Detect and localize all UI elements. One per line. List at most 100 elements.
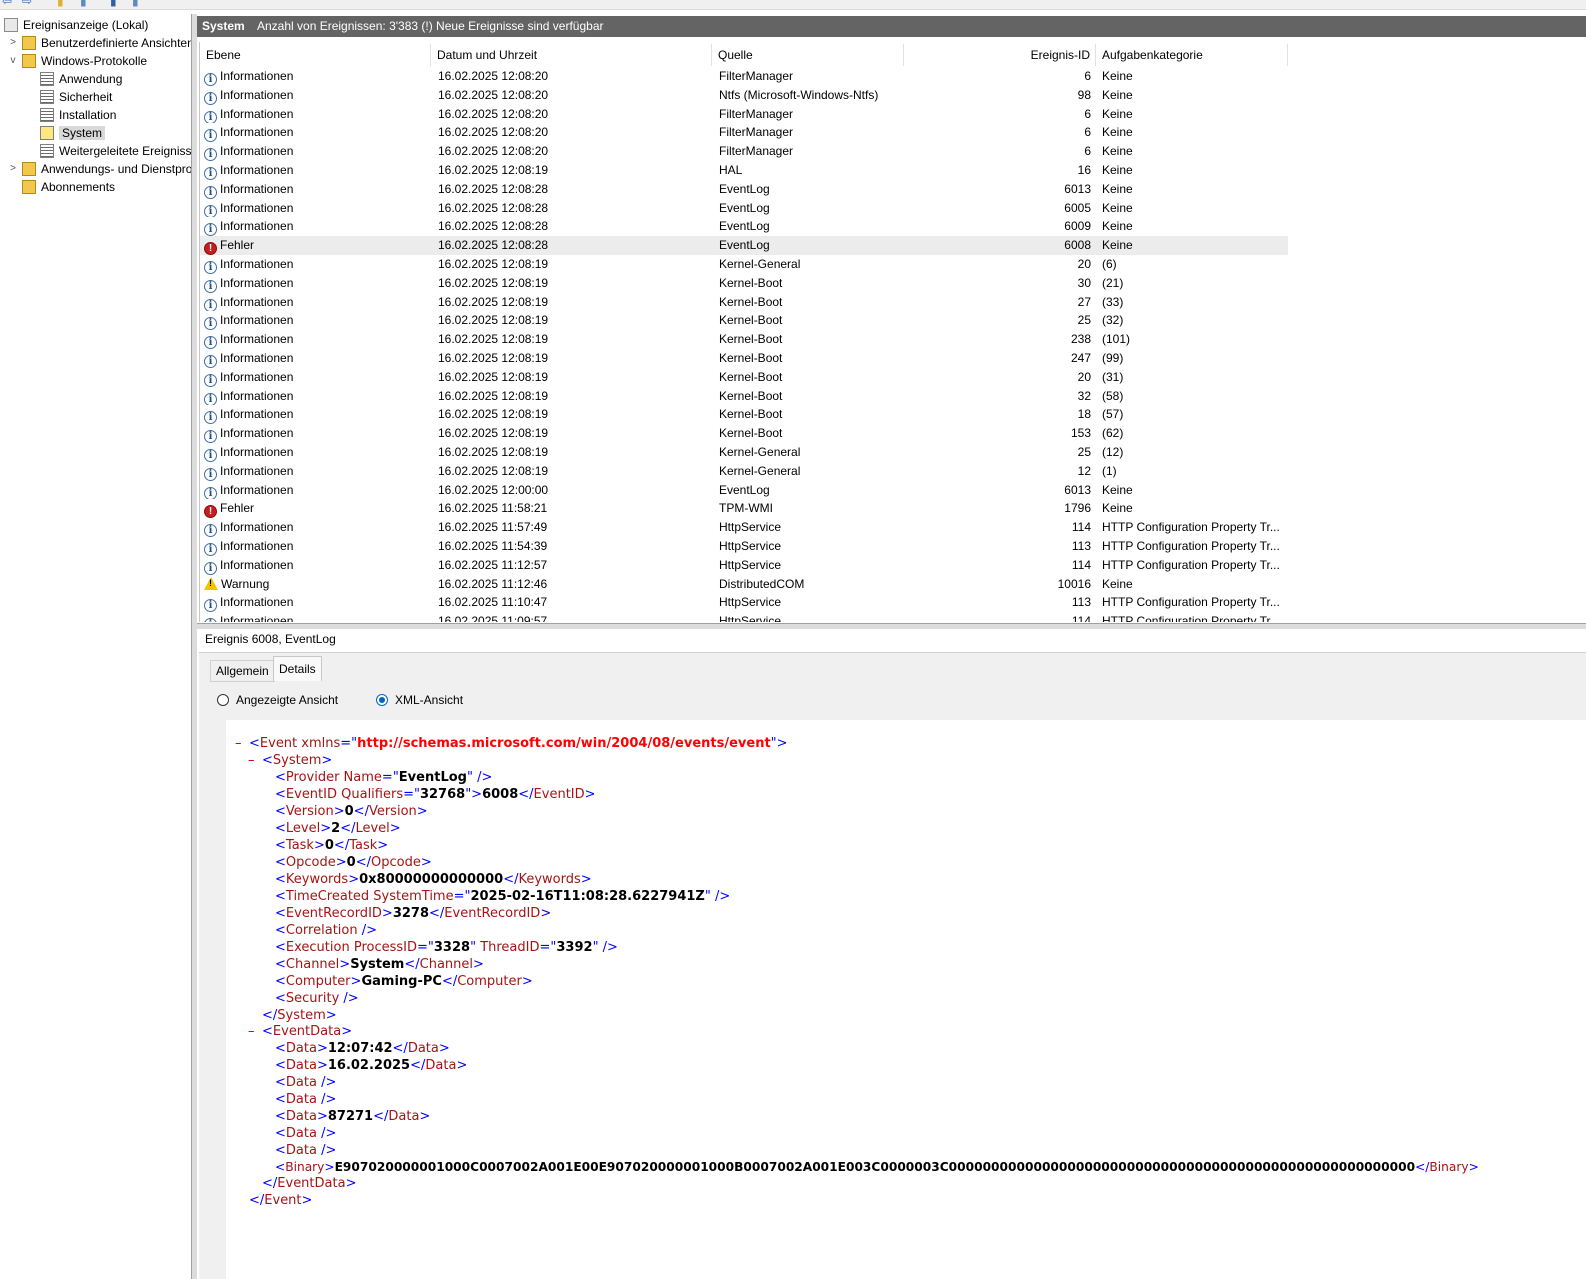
expand-icon[interactable]: > (8, 34, 18, 52)
table-row[interactable]: i Informationen 16.02.2025 11:10:47 HttpSer… (200, 593, 1288, 613)
info-icon: i (204, 204, 217, 218)
collapse-toggle[interactable]: – (248, 1023, 255, 1040)
collapse-toggle[interactable]: – (248, 752, 255, 769)
tab-allgemein[interactable]: Allgemein (210, 660, 275, 682)
table-row[interactable]: i Informationen 16.02.2025 12:08:19 Kernel-… (200, 368, 1288, 387)
radio-friendly-view[interactable]: Angezeigte Ansicht (217, 692, 338, 708)
cell-level: iInformationen (204, 368, 430, 387)
column-header-task-category[interactable]: Aufgabenkategorie (1096, 44, 1288, 66)
table-row[interactable]: i Informationen 16.02.2025 12:08:20 FilterM… (200, 67, 1288, 86)
column-header-event-id[interactable]: Ereignis-ID (904, 44, 1096, 66)
table-row[interactable]: i Informationen 16.02.2025 12:08:19 Kernel-… (200, 274, 1288, 293)
table-row[interactable]: i Informationen 16.02.2025 12:08:28 EventLo… (200, 180, 1288, 199)
column-header-datetime[interactable]: Datum und Uhrzeit (431, 44, 712, 66)
tree-item-subscriptions[interactable]: Abonnements (22, 178, 115, 196)
cell-event-id: 114 (904, 518, 1091, 537)
cell-source: DistributedCOM (719, 575, 904, 594)
tree-item-system[interactable]: System (40, 124, 106, 142)
cell-source: HttpService (719, 537, 904, 556)
cell-text: Informationen (220, 351, 294, 365)
table-row[interactable]: iInformationen 16.02.2025 11:09:57 HttpSer… (200, 612, 1288, 622)
table-row[interactable]: i Informationen 16.02.2025 12:08:28 EventLo… (200, 217, 1288, 237)
cell-event-id: 6009 (904, 217, 1091, 236)
table-row[interactable]: i Informationen 16.02.2025 12:08:20 FilterM… (200, 142, 1288, 161)
table-row[interactable]: i Informationen 16.02.2025 12:08:20 Ntfs (M… (200, 86, 1288, 105)
table-row[interactable]: i Informationen 16.02.2025 12:08:19 Kernel-… (200, 443, 1288, 462)
cell-level: iInformationen (204, 180, 430, 199)
table-row[interactable]: i Informationen 16.02.2025 12:08:19 Kernel-… (200, 462, 1288, 481)
table-row[interactable]: ! Fehler 16.02.2025 12:08:28 EventLog 6008 Ke… (200, 236, 1288, 255)
tab-details[interactable]: Details (273, 656, 322, 681)
table-row[interactable]: ! Warnung 16.02.2025 11:12:46 DistributedCO… (200, 575, 1288, 594)
cell-text: Keine (1102, 106, 1133, 121)
cell-text: 16.02.2025 12:08:20 (438, 87, 549, 102)
cell-text: 16.02.2025 12:08:28 (438, 238, 549, 253)
cell-text: 12 (1077, 463, 1091, 478)
tree-item-custom-views[interactable]: > Benutzerdefinierte Ansichten (10, 34, 191, 52)
table-row[interactable]: ! Fehler 16.02.2025 11:58:21 TPM-WMI 1796 Kei… (200, 499, 1288, 519)
column-header-source[interactable]: Quelle (712, 44, 904, 66)
cell-task-category: (33) (1102, 293, 1288, 312)
table-row[interactable]: i Informationen 16.02.2025 12:08:19 Kernel-… (200, 330, 1288, 349)
cell-text: 25 (1077, 445, 1091, 459)
radio-xml-view[interactable]: XML-Ansicht (376, 692, 463, 708)
cell-text: 18 (1077, 407, 1091, 422)
cell-text: 114 (1071, 557, 1091, 572)
tree-item-windows-logs[interactable]: v Windows-Protokolle (11, 52, 147, 70)
cell-task-category: Keine (1102, 217, 1288, 236)
cell-text: 16.02.2025 12:08:19 (438, 407, 549, 422)
tree-item-app-services[interactable]: > Anwendungs- und Dienstprotokolle (10, 160, 191, 178)
cell-text: 16.02.2025 12:08:19 (438, 388, 549, 403)
cell-datetime: 16.02.2025 12:08:28 (438, 217, 708, 236)
console-tree-icon[interactable]: ▮ (80, 0, 87, 8)
table-row[interactable]: i Informationen 16.02.2025 11:54:39 HttpSer… (200, 537, 1288, 556)
tree-item-anwendung[interactable]: Anwendung (40, 70, 122, 88)
cell-text: Informationen (220, 520, 294, 535)
radio-button-icon[interactable] (217, 694, 229, 706)
pane-splitter-vertical[interactable] (191, 14, 197, 1279)
back-icon[interactable]: ⇦ (2, 0, 12, 8)
table-row[interactable]: i Informationen 16.02.2025 12:00:00 EventLo… (200, 481, 1288, 500)
table-row[interactable]: i Informationen 16.02.2025 11:57:49 HttpSer… (200, 518, 1288, 537)
cell-level: iInformationen (204, 105, 430, 124)
tree-item-installation[interactable]: Installation (40, 106, 116, 124)
cell-source: EventLog (719, 481, 904, 500)
cell-event-id: 6013 (904, 180, 1091, 199)
table-row[interactable]: i Informationen 16.02.2025 12:08:28 EventLo… (200, 199, 1288, 218)
table-row[interactable]: i Informationen 16.02.2025 12:08:19 HAL 16 Ke… (200, 161, 1288, 180)
action-pane-icon[interactable]: ▮ (132, 0, 139, 8)
cell-event-id: 113 (904, 593, 1091, 612)
collapse-icon[interactable]: v (8, 52, 18, 70)
event-detail-title: Ereignis 6008, EventLog (205, 632, 336, 646)
radio-button-selected-icon[interactable] (376, 694, 388, 706)
help-icon[interactable]: ▮ (110, 0, 117, 8)
folder-icon[interactable]: ▮ (57, 0, 64, 8)
table-row[interactable]: i Informationen 16.02.2025 12:08:20 FilterM… (200, 123, 1288, 143)
cell-text: 6013 (1064, 181, 1091, 196)
tree-item-forwarded-events[interactable]: Weitergeleitete Ereignisse (40, 142, 191, 160)
collapse-toggle[interactable]: – (235, 735, 242, 752)
xml-data-empty: <Data /> (275, 1143, 337, 1158)
table-row[interactable]: i Informationen 16.02.2025 11:12:57 HttpSer… (200, 556, 1288, 575)
tree-item-sicherheit[interactable]: Sicherheit (40, 88, 112, 106)
table-row[interactable]: i Informationen 16.02.2025 12:08:19 Kernel-… (200, 349, 1288, 368)
table-row[interactable]: i Informationen 16.02.2025 12:08:19 Kernel-… (200, 387, 1288, 406)
table-row[interactable]: i Informationen 16.02.2025 12:08:19 Kernel-… (200, 405, 1288, 425)
table-row[interactable]: i Informationen 16.02.2025 12:08:19 Kernel-… (200, 311, 1288, 331)
column-header-level[interactable]: Ebene (200, 44, 431, 66)
table-row[interactable]: i Informationen 16.02.2025 12:08:19 Kernel-… (200, 255, 1288, 274)
cell-text: FilterManager (719, 125, 794, 140)
cell-event-id: 114 (904, 556, 1091, 575)
info-icon: i (204, 110, 217, 124)
tree-root[interactable]: Ereignisanzeige (Lokal) (4, 16, 148, 34)
cell-level: iInformationen (204, 593, 430, 613)
forward-icon[interactable]: ⇨ (22, 0, 32, 8)
expand-icon[interactable]: > (8, 160, 18, 178)
info-icon: i (204, 148, 217, 161)
cell-text: FilterManager (719, 69, 794, 83)
pane-splitter-horizontal[interactable] (197, 623, 1586, 629)
table-row[interactable]: i Informationen 16.02.2025 12:08:19 Kernel-… (200, 424, 1288, 443)
cell-level: iInformationen (204, 123, 430, 143)
table-row[interactable]: i Informationen 16.02.2025 12:08:19 Kernel-… (200, 293, 1288, 312)
table-row[interactable]: i Informationen 16.02.2025 12:08:20 FilterM… (200, 105, 1288, 124)
